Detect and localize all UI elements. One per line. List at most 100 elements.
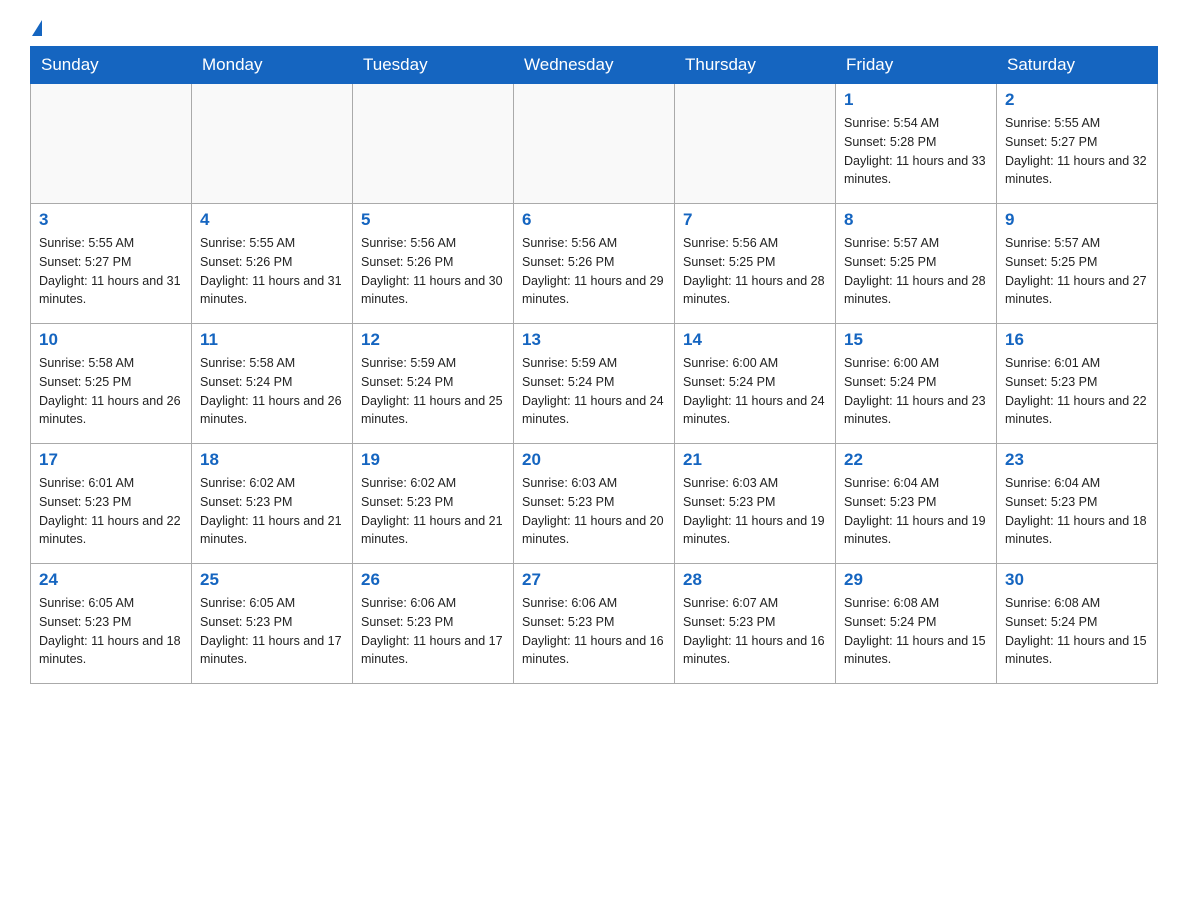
day-number: 18 bbox=[200, 450, 344, 470]
day-number: 16 bbox=[1005, 330, 1149, 350]
calendar-cell-w1-d5 bbox=[675, 84, 836, 204]
calendar-cell-w5-d1: 24 Sunrise: 6:05 AM Sunset: 5:23 PM Dayli… bbox=[31, 564, 192, 684]
header-saturday: Saturday bbox=[997, 47, 1158, 84]
day-number: 3 bbox=[39, 210, 183, 230]
day-info: Sunrise: 5:59 AM Sunset: 5:24 PM Dayligh… bbox=[361, 354, 505, 429]
day-number: 25 bbox=[200, 570, 344, 590]
calendar-cell-w2-d3: 5 Sunrise: 5:56 AM Sunset: 5:26 PM Daylig… bbox=[353, 204, 514, 324]
calendar-cell-w1-d6: 1 Sunrise: 5:54 AM Sunset: 5:28 PM Daylig… bbox=[836, 84, 997, 204]
day-number: 27 bbox=[522, 570, 666, 590]
day-info: Sunrise: 6:03 AM Sunset: 5:23 PM Dayligh… bbox=[522, 474, 666, 549]
calendar-cell-w3-d4: 13 Sunrise: 5:59 AM Sunset: 5:24 PM Dayli… bbox=[514, 324, 675, 444]
day-info: Sunrise: 5:55 AM Sunset: 5:27 PM Dayligh… bbox=[39, 234, 183, 309]
calendar-cell-w1-d3 bbox=[353, 84, 514, 204]
day-number: 30 bbox=[1005, 570, 1149, 590]
day-number: 5 bbox=[361, 210, 505, 230]
day-number: 9 bbox=[1005, 210, 1149, 230]
calendar-cell-w4-d6: 22 Sunrise: 6:04 AM Sunset: 5:23 PM Dayli… bbox=[836, 444, 997, 564]
day-info: Sunrise: 5:55 AM Sunset: 5:27 PM Dayligh… bbox=[1005, 114, 1149, 189]
day-info: Sunrise: 6:00 AM Sunset: 5:24 PM Dayligh… bbox=[683, 354, 827, 429]
calendar-cell-w2-d2: 4 Sunrise: 5:55 AM Sunset: 5:26 PM Daylig… bbox=[192, 204, 353, 324]
day-number: 23 bbox=[1005, 450, 1149, 470]
day-info: Sunrise: 6:04 AM Sunset: 5:23 PM Dayligh… bbox=[1005, 474, 1149, 549]
week-row-5: 24 Sunrise: 6:05 AM Sunset: 5:23 PM Dayli… bbox=[31, 564, 1158, 684]
day-info: Sunrise: 5:56 AM Sunset: 5:26 PM Dayligh… bbox=[361, 234, 505, 309]
day-info: Sunrise: 6:00 AM Sunset: 5:24 PM Dayligh… bbox=[844, 354, 988, 429]
calendar-cell-w2-d1: 3 Sunrise: 5:55 AM Sunset: 5:27 PM Daylig… bbox=[31, 204, 192, 324]
day-number: 21 bbox=[683, 450, 827, 470]
day-number: 19 bbox=[361, 450, 505, 470]
page-header bbox=[30, 20, 1158, 36]
calendar-cell-w5-d3: 26 Sunrise: 6:06 AM Sunset: 5:23 PM Dayli… bbox=[353, 564, 514, 684]
calendar-cell-w3-d5: 14 Sunrise: 6:00 AM Sunset: 5:24 PM Dayli… bbox=[675, 324, 836, 444]
calendar-cell-w5-d7: 30Sunrise: 6:08 AM Sunset: 5:24 PM Dayli… bbox=[997, 564, 1158, 684]
calendar-cell-w3-d6: 15 Sunrise: 6:00 AM Sunset: 5:24 PM Dayli… bbox=[836, 324, 997, 444]
day-number: 4 bbox=[200, 210, 344, 230]
week-row-3: 10Sunrise: 5:58 AM Sunset: 5:25 PM Dayli… bbox=[31, 324, 1158, 444]
week-row-4: 17 Sunrise: 6:01 AM Sunset: 5:23 PM Dayli… bbox=[31, 444, 1158, 564]
day-number: 26 bbox=[361, 570, 505, 590]
logo-triangle-icon bbox=[32, 20, 42, 36]
day-info: Sunrise: 6:05 AM Sunset: 5:23 PM Dayligh… bbox=[39, 594, 183, 669]
header-wednesday: Wednesday bbox=[514, 47, 675, 84]
calendar-cell-w4-d5: 21 Sunrise: 6:03 AM Sunset: 5:23 PM Dayli… bbox=[675, 444, 836, 564]
calendar-table: SundayMondayTuesdayWednesdayThursdayFrid… bbox=[30, 46, 1158, 684]
day-info: Sunrise: 6:01 AM Sunset: 5:23 PM Dayligh… bbox=[1005, 354, 1149, 429]
day-number: 28 bbox=[683, 570, 827, 590]
calendar-cell-w3-d2: 11 Sunrise: 5:58 AM Sunset: 5:24 PM Dayli… bbox=[192, 324, 353, 444]
day-info: Sunrise: 5:59 AM Sunset: 5:24 PM Dayligh… bbox=[522, 354, 666, 429]
day-number: 2 bbox=[1005, 90, 1149, 110]
day-info: Sunrise: 6:01 AM Sunset: 5:23 PM Dayligh… bbox=[39, 474, 183, 549]
day-number: 24 bbox=[39, 570, 183, 590]
header-friday: Friday bbox=[836, 47, 997, 84]
header-tuesday: Tuesday bbox=[353, 47, 514, 84]
day-number: 7 bbox=[683, 210, 827, 230]
calendar-cell-w2-d5: 7 Sunrise: 5:56 AM Sunset: 5:25 PM Daylig… bbox=[675, 204, 836, 324]
calendar-cell-w5-d4: 27 Sunrise: 6:06 AM Sunset: 5:23 PM Dayli… bbox=[514, 564, 675, 684]
day-info: Sunrise: 6:04 AM Sunset: 5:23 PM Dayligh… bbox=[844, 474, 988, 549]
day-number: 22 bbox=[844, 450, 988, 470]
day-number: 15 bbox=[844, 330, 988, 350]
day-info: Sunrise: 6:06 AM Sunset: 5:23 PM Dayligh… bbox=[361, 594, 505, 669]
day-number: 13 bbox=[522, 330, 666, 350]
calendar-cell-w2-d4: 6 Sunrise: 5:56 AM Sunset: 5:26 PM Daylig… bbox=[514, 204, 675, 324]
header-thursday: Thursday bbox=[675, 47, 836, 84]
day-info: Sunrise: 5:56 AM Sunset: 5:25 PM Dayligh… bbox=[683, 234, 827, 309]
calendar-cell-w1-d1 bbox=[31, 84, 192, 204]
day-number: 17 bbox=[39, 450, 183, 470]
calendar-cell-w5-d2: 25Sunrise: 6:05 AM Sunset: 5:23 PM Dayli… bbox=[192, 564, 353, 684]
day-info: Sunrise: 5:54 AM Sunset: 5:28 PM Dayligh… bbox=[844, 114, 988, 189]
calendar-cell-w3-d1: 10Sunrise: 5:58 AM Sunset: 5:25 PM Dayli… bbox=[31, 324, 192, 444]
calendar-cell-w1-d2 bbox=[192, 84, 353, 204]
calendar-cell-w4-d3: 19 Sunrise: 6:02 AM Sunset: 5:23 PM Dayli… bbox=[353, 444, 514, 564]
day-info: Sunrise: 6:08 AM Sunset: 5:24 PM Dayligh… bbox=[844, 594, 988, 669]
day-number: 8 bbox=[844, 210, 988, 230]
calendar-cell-w2-d6: 8Sunrise: 5:57 AM Sunset: 5:25 PM Daylig… bbox=[836, 204, 997, 324]
week-row-1: 1 Sunrise: 5:54 AM Sunset: 5:28 PM Daylig… bbox=[31, 84, 1158, 204]
calendar-cell-w1-d7: 2 Sunrise: 5:55 AM Sunset: 5:27 PM Daylig… bbox=[997, 84, 1158, 204]
day-number: 12 bbox=[361, 330, 505, 350]
calendar-cell-w5-d5: 28 Sunrise: 6:07 AM Sunset: 5:23 PM Dayli… bbox=[675, 564, 836, 684]
day-info: Sunrise: 6:03 AM Sunset: 5:23 PM Dayligh… bbox=[683, 474, 827, 549]
calendar-cell-w2-d7: 9 Sunrise: 5:57 AM Sunset: 5:25 PM Daylig… bbox=[997, 204, 1158, 324]
day-number: 1 bbox=[844, 90, 988, 110]
day-info: Sunrise: 5:57 AM Sunset: 5:25 PM Dayligh… bbox=[1005, 234, 1149, 309]
day-info: Sunrise: 6:02 AM Sunset: 5:23 PM Dayligh… bbox=[200, 474, 344, 549]
calendar-cell-w3-d7: 16 Sunrise: 6:01 AM Sunset: 5:23 PM Dayli… bbox=[997, 324, 1158, 444]
day-info: Sunrise: 6:02 AM Sunset: 5:23 PM Dayligh… bbox=[361, 474, 505, 549]
calendar-cell-w3-d3: 12 Sunrise: 5:59 AM Sunset: 5:24 PM Dayli… bbox=[353, 324, 514, 444]
day-info: Sunrise: 5:58 AM Sunset: 5:25 PM Dayligh… bbox=[39, 354, 183, 429]
week-row-2: 3 Sunrise: 5:55 AM Sunset: 5:27 PM Daylig… bbox=[31, 204, 1158, 324]
day-number: 6 bbox=[522, 210, 666, 230]
calendar-cell-w4-d1: 17 Sunrise: 6:01 AM Sunset: 5:23 PM Dayli… bbox=[31, 444, 192, 564]
day-number: 14 bbox=[683, 330, 827, 350]
day-info: Sunrise: 6:07 AM Sunset: 5:23 PM Dayligh… bbox=[683, 594, 827, 669]
calendar-header-row: SundayMondayTuesdayWednesdayThursdayFrid… bbox=[31, 47, 1158, 84]
day-number: 11 bbox=[200, 330, 344, 350]
header-monday: Monday bbox=[192, 47, 353, 84]
day-number: 20 bbox=[522, 450, 666, 470]
day-info: Sunrise: 6:06 AM Sunset: 5:23 PM Dayligh… bbox=[522, 594, 666, 669]
day-info: Sunrise: 5:58 AM Sunset: 5:24 PM Dayligh… bbox=[200, 354, 344, 429]
day-info: Sunrise: 5:56 AM Sunset: 5:26 PM Dayligh… bbox=[522, 234, 666, 309]
day-info: Sunrise: 5:55 AM Sunset: 5:26 PM Dayligh… bbox=[200, 234, 344, 309]
